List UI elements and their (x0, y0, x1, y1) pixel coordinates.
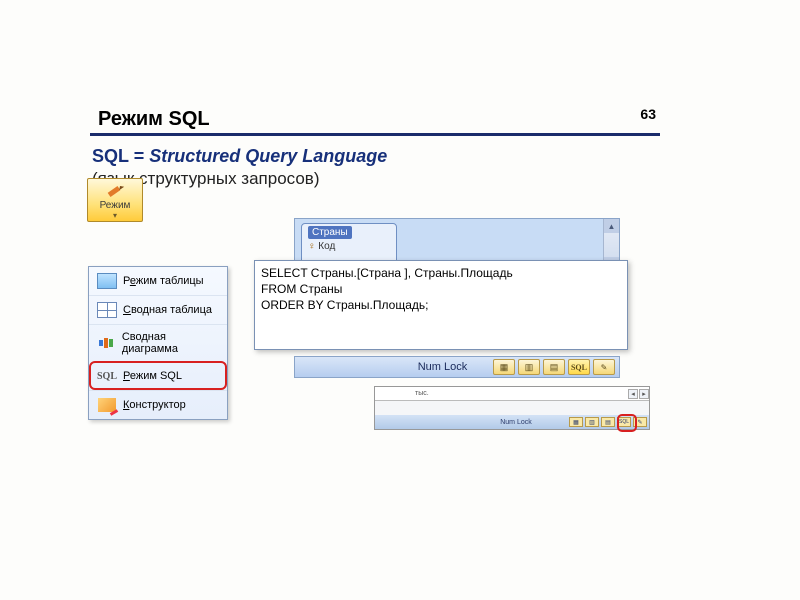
design-view-button[interactable]: ✎ (593, 359, 615, 375)
table-field: Код (318, 241, 335, 252)
table-name: Страны (308, 226, 352, 239)
view-mode-button[interactable]: Режим ▾ (87, 178, 143, 222)
page-number: 63 (640, 106, 656, 122)
pencil-icon (106, 183, 124, 199)
menu-item-label: Сводная диаграмма (122, 331, 219, 355)
menu-item-table-view[interactable]: Режим таблицы (89, 267, 227, 295)
thumbnail-faint-label: тыс. (415, 390, 429, 397)
sql-line-1: SELECT Страны.[Страна ], Страны.Площадь (261, 265, 621, 281)
small-datasheet-button[interactable]: ▦ (569, 417, 583, 427)
menu-item-label: Режим таблицы (123, 275, 204, 287)
status-bar: Num Lock ▦ ▥ ▤ SQL ✎ (294, 356, 620, 378)
chart-icon (97, 335, 116, 351)
datasheet-view-button[interactable]: ▦ (493, 359, 515, 375)
table-box: Страны ♀ Код (301, 223, 397, 265)
numlock-indicator-small: Num Lock (375, 419, 567, 426)
sql-translation: (язык структурных запросов) (92, 169, 660, 189)
slide-title: Режим SQL (98, 108, 210, 131)
menu-item-label: Режим SQL (123, 370, 182, 382)
sql-icon: SQL (97, 368, 117, 384)
nav-first-icon[interactable]: ◂ (628, 389, 638, 399)
view-mode-label: Режим (100, 200, 131, 211)
title-bar: Режим SQL 63 (90, 108, 660, 136)
sql-line-3: ORDER BY Страны.Площадь; (261, 297, 621, 313)
key-icon: ♀ (308, 241, 316, 252)
equals-sign: = (129, 146, 150, 166)
chevron-down-icon: ▾ (113, 211, 117, 220)
pivot-view-button[interactable]: ▥ (518, 359, 540, 375)
small-sql-button[interactable]: SQL (617, 417, 631, 427)
sql-expansion: Structured Query Language (149, 146, 387, 166)
sql-view-button[interactable]: SQL (568, 359, 590, 375)
sql-line-2: FROM Страны (261, 281, 621, 297)
view-mode-menu: Режим таблицы Сводная таблица Сводная ди… (88, 266, 228, 420)
scroll-up-icon[interactable]: ▲ (604, 219, 619, 233)
menu-item-label: Сводная таблица (123, 304, 212, 316)
subtitle: SQL = Structured Query Language (язык ст… (92, 146, 660, 189)
pivot-table-icon (97, 302, 117, 318)
thumbnail-window: тыс. ◂ ▸ Num Lock ▦ ▥ ▤ SQL ✎ (374, 386, 650, 430)
thumbnail-toolbar: тыс. ◂ ▸ (375, 387, 649, 401)
small-chart-button[interactable]: ▤ (601, 417, 615, 427)
chart-view-button[interactable]: ▤ (543, 359, 565, 375)
menu-item-design-view[interactable]: Конструктор (89, 390, 227, 419)
small-design-button[interactable]: ✎ (633, 417, 647, 427)
thumbnail-nav[interactable]: ◂ ▸ (628, 389, 649, 399)
menu-item-pivot-table[interactable]: Сводная таблица (89, 295, 227, 324)
thumbnail-status-bar: Num Lock ▦ ▥ ▤ SQL ✎ (375, 415, 649, 429)
numlock-indicator: Num Lock (295, 361, 490, 373)
sql-abbr: SQL (92, 146, 129, 166)
menu-item-pivot-chart[interactable]: Сводная диаграмма (89, 324, 227, 361)
datasheet-icon (97, 273, 117, 289)
sql-editor[interactable]: SELECT Страны.[Страна ], Страны.Площадь … (254, 260, 628, 350)
nav-prev-icon[interactable]: ▸ (639, 389, 649, 399)
small-pivot-button[interactable]: ▥ (585, 417, 599, 427)
design-icon (97, 397, 117, 413)
menu-item-label: Конструктор (123, 399, 186, 411)
menu-item-sql-view[interactable]: SQL Режим SQL (89, 361, 227, 390)
